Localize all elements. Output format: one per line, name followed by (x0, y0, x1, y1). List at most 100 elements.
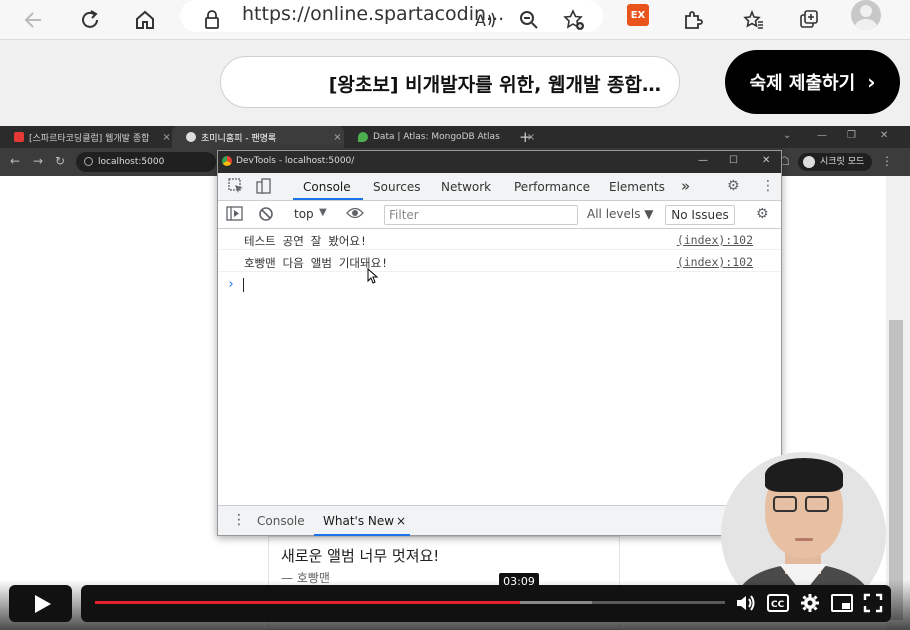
lecture-title-box: [왕초보] 비개발자를 위한, 웹개발 종합… (220, 56, 680, 108)
tab-performance[interactable]: Performance (514, 180, 590, 194)
favorites-icon[interactable] (739, 5, 769, 35)
extension-ex-icon[interactable]: EX (627, 4, 649, 26)
picture-in-picture-icon[interactable] (830, 591, 854, 615)
inner-address-bar[interactable]: localhost:5000 (76, 152, 216, 172)
collections-icon[interactable] (794, 5, 824, 35)
device-toolbar-icon[interactable] (256, 178, 272, 198)
profile-avatar[interactable] (851, 0, 881, 30)
inner-tab-sparta[interactable]: [스파르타코딩클럽] 웹개발 종합 × (0, 126, 172, 148)
issues-button[interactable]: No Issues (665, 205, 735, 225)
active-tab-indicator (293, 198, 363, 200)
log-levels-select[interactable]: All levels ▼ (587, 207, 654, 221)
incognito-badge[interactable]: 시크릿 모드 (798, 153, 873, 171)
context-select[interactable]: top (294, 207, 314, 221)
maximize-icon[interactable]: ☐ (729, 155, 738, 166)
close-window-icon[interactable]: ✕ (880, 130, 888, 141)
more-options-icon[interactable]: ⋮ (761, 178, 775, 194)
glasses-left-lens (773, 496, 797, 512)
forward-icon[interactable]: → (33, 154, 43, 168)
incognito-label: 시크릿 모드 (820, 157, 865, 167)
close-icon[interactable]: × (333, 132, 341, 143)
devtools-tab-bar: Console Sources Network Performance Elem… (218, 173, 781, 201)
minimize-icon[interactable]: — (817, 130, 827, 141)
page-scrollbar[interactable] (886, 176, 910, 630)
close-icon[interactable]: × (396, 514, 406, 528)
more-menu-icon[interactable]: ⋮ (881, 154, 893, 168)
sparta-favicon-icon (14, 132, 24, 142)
console-source-link[interactable]: (index):102 (677, 255, 753, 269)
submit-homework-button[interactable]: 숙제 제출하기 › (725, 50, 900, 114)
progress-bar[interactable] (95, 601, 725, 604)
drawer-tab-console[interactable]: Console (257, 514, 305, 528)
sidebar-toggle-icon[interactable] (226, 206, 244, 226)
played-bar (95, 601, 520, 604)
play-button[interactable] (9, 585, 72, 622)
mongodb-leaf-icon (358, 132, 368, 142)
filter-input[interactable]: Filter (384, 205, 578, 225)
close-window-icon[interactable]: ✕ (762, 155, 770, 166)
console-source-link[interactable]: (index):102 (677, 233, 753, 247)
live-expression-eye-icon[interactable] (346, 206, 364, 224)
lecture-header: [왕초보] 비개발자를 위한, 웹개발 종합… 숙제 제출하기 › (0, 40, 910, 126)
home-icon[interactable] (130, 5, 160, 35)
refresh-icon[interactable]: ↻ (55, 154, 65, 168)
new-tab-button[interactable]: + (519, 128, 532, 146)
svg-text:CC: CC (771, 600, 785, 610)
devtools-window: DevTools - localhost:5000/ — ☐ ✕ Console… (217, 150, 782, 536)
drawer-tab-whats-new[interactable]: What's New (323, 514, 394, 528)
fullscreen-icon[interactable] (861, 591, 885, 615)
chrome-icon (222, 156, 232, 166)
tab-network[interactable]: Network (441, 180, 491, 194)
lecture-title: [왕초보] 비개발자를 위한, 웹개발 종합… (328, 74, 661, 96)
inner-tab-minihompy[interactable]: 초미니홈피 - 팬명록 × (172, 126, 344, 148)
clear-console-icon[interactable] (258, 206, 274, 226)
inner-tab-label: Data | Atlas: MongoDB Atlas (373, 132, 500, 142)
extensions-icon[interactable] (678, 5, 708, 35)
maximize-icon[interactable]: ❐ (847, 130, 856, 141)
address-text[interactable]: https://online.spartacodin... (242, 3, 504, 25)
back-icon[interactable]: ← (10, 154, 20, 168)
tab-sources[interactable]: Sources (373, 180, 420, 194)
volume-icon[interactable] (734, 591, 758, 615)
inspect-element-icon[interactable] (228, 178, 244, 198)
console-message: 테스트 공연 잘 봤어요! (244, 234, 367, 248)
webcam-person-mouth (795, 538, 813, 541)
tab-search-icon[interactable]: ⌄ (783, 130, 791, 141)
glasses-right-lens (805, 496, 829, 512)
inner-tab-mongodb[interactable]: Data | Atlas: MongoDB Atlas × (344, 126, 535, 148)
active-drawer-indicator (314, 534, 410, 536)
gear-icon[interactable]: ⚙ (727, 178, 740, 194)
chevron-right-icon: › (867, 70, 876, 94)
comment-text: 새로운 앨범 너무 멋져요! (281, 547, 440, 565)
console-prompt-icon: › (227, 277, 235, 292)
inner-tab-label: [스파르타코딩클럽] 웹개발 종합 (29, 133, 150, 144)
more-tabs-icon[interactable]: » (681, 177, 690, 195)
globe-icon (186, 132, 196, 142)
browser-toolbar: https://online.spartacodin... A EX (0, 0, 910, 40)
settings-gear-icon[interactable] (798, 591, 822, 615)
lock-icon[interactable] (197, 5, 227, 35)
inner-address-text: localhost:5000 (98, 157, 165, 167)
svg-text:A: A (475, 11, 486, 30)
captions-icon[interactable]: CC (766, 591, 790, 615)
time-tooltip: 03:09 (499, 573, 539, 591)
submit-homework-label: 숙제 제출하기 (749, 73, 856, 94)
console-log-line: 호빵맨 다음 앨범 기대돼요! (index):102 (218, 251, 781, 272)
incognito-icon (803, 156, 815, 168)
tab-elements[interactable]: Elements (609, 180, 665, 194)
back-icon[interactable] (19, 5, 49, 35)
minimize-icon[interactable]: — (698, 155, 708, 166)
chevron-down-icon[interactable]: ▼ (319, 207, 327, 218)
close-icon[interactable]: × (162, 132, 170, 143)
tab-console[interactable]: Console (303, 180, 351, 194)
zoom-out-icon[interactable] (514, 5, 544, 35)
console-input[interactable] (243, 278, 244, 292)
devtools-title: DevTools - localhost:5000/ (236, 156, 355, 166)
scrollbar-thumb[interactable] (889, 320, 903, 620)
console-settings-gear-icon[interactable]: ⚙ (756, 206, 769, 222)
console-toolbar: top ▼ Filter All levels ▼ No Issues ⚙ (218, 201, 781, 229)
read-aloud-icon[interactable]: A (470, 5, 500, 35)
drawer-menu-icon[interactable]: ⋮ (232, 512, 246, 528)
add-favorite-icon[interactable] (559, 5, 589, 35)
refresh-icon[interactable] (75, 5, 105, 35)
